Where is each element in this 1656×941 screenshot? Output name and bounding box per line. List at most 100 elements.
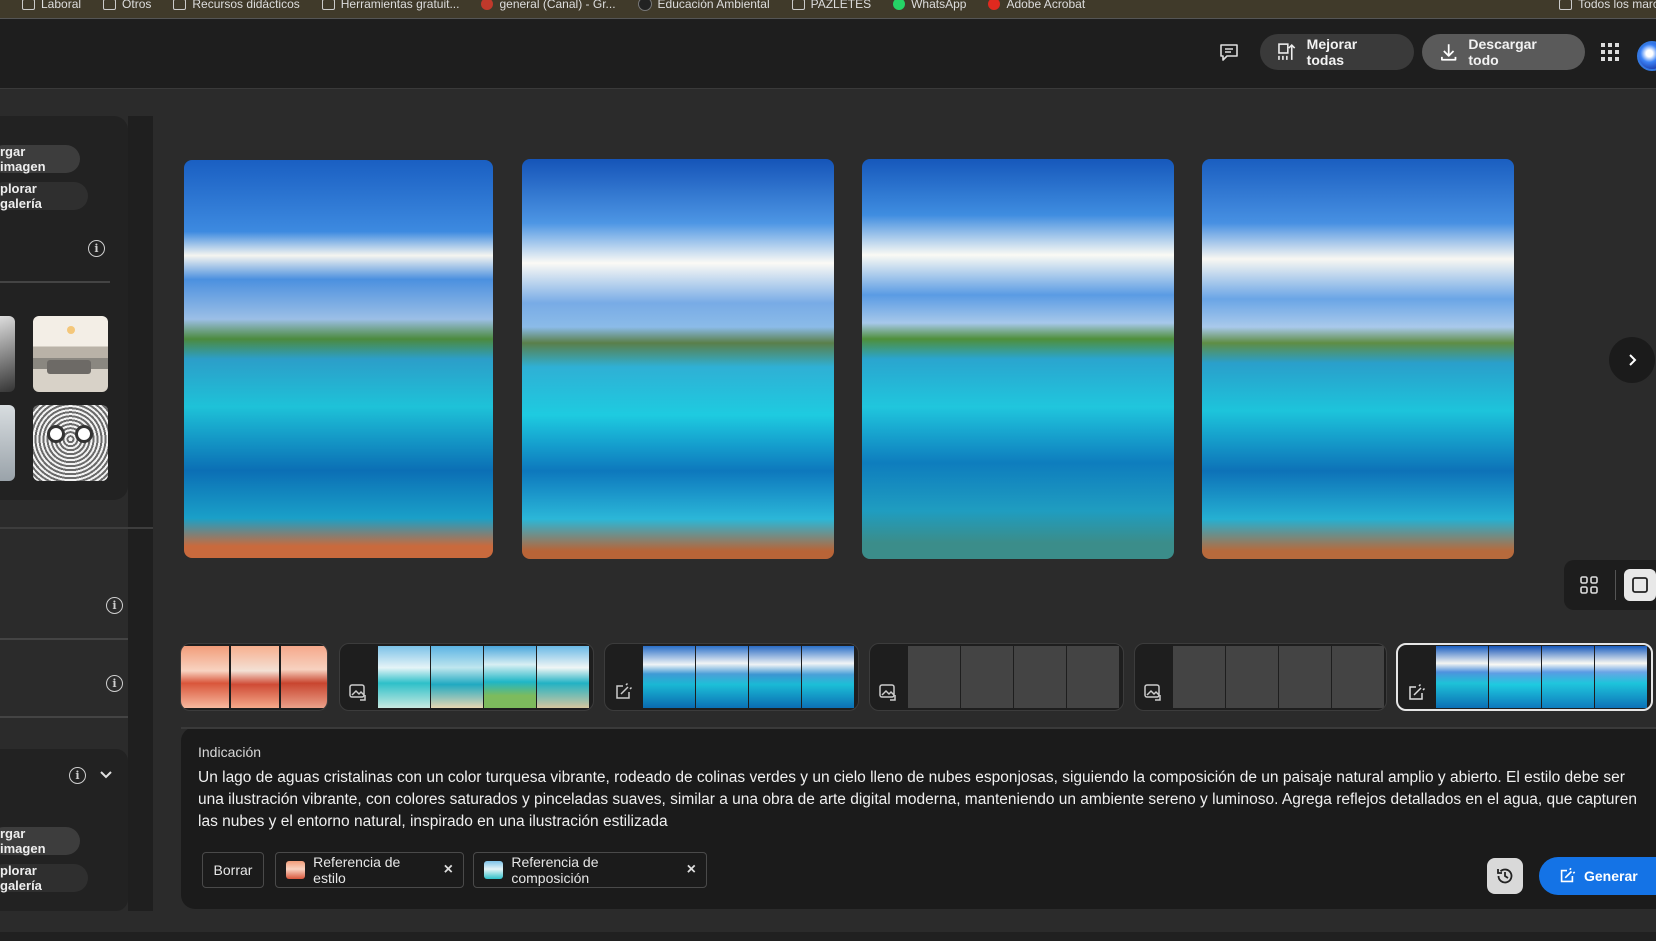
owl-eye-left (47, 425, 65, 443)
composition-reference-chip[interactable]: Referencia de composición × (473, 852, 707, 888)
left-panel-scroll-gutter (128, 116, 153, 911)
bookmark-herramientas[interactable]: Herramientas gratuit... (321, 0, 459, 11)
generation-group-active[interactable] (1396, 643, 1653, 711)
image-reference-icon (1144, 684, 1161, 701)
history-thumbnail[interactable] (696, 646, 748, 708)
whatsapp-icon (893, 0, 906, 10)
prompt-label: Indicación (198, 744, 262, 760)
enhance-all-button[interactable]: Mejorar todas (1260, 34, 1414, 70)
loading-placeholder (1226, 646, 1278, 708)
teams-icon (481, 0, 494, 10)
bookmark-acrobat[interactable]: Adobe Acrobat (988, 0, 1085, 11)
next-images-button[interactable] (1609, 337, 1655, 383)
history-thumbnail[interactable] (231, 646, 279, 708)
info-icon[interactable]: i (88, 240, 105, 257)
loading-placeholder (1014, 646, 1066, 708)
loading-placeholder (1067, 646, 1119, 708)
history-button[interactable] (1487, 858, 1523, 894)
folder-icon (173, 0, 187, 10)
style-reference-chip[interactable]: Referencia de estilo × (275, 852, 464, 888)
generate-icon (1409, 683, 1426, 700)
history-thumbnail[interactable] (802, 646, 854, 708)
divider (0, 638, 128, 640)
bookmark-laboral[interactable]: Laboral (22, 0, 81, 11)
bookmark-pazletes[interactable]: PAZLETES (791, 0, 871, 11)
acrobat-icon (988, 0, 1001, 10)
chevron-down-icon[interactable] (99, 767, 113, 781)
apps-grid-icon[interactable] (1601, 43, 1620, 62)
loading-placeholder (1332, 646, 1384, 708)
generation-group[interactable] (604, 643, 859, 711)
history-thumbnail[interactable] (1542, 646, 1594, 708)
prompt-textarea[interactable]: Un lago de aguas cristalinas con un colo… (198, 767, 1643, 833)
single-view-icon[interactable] (1624, 569, 1656, 601)
history-thumbnail[interactable] (378, 646, 430, 708)
history-thumbnail[interactable] (281, 646, 327, 708)
history-thumbnail[interactable] (1489, 646, 1541, 708)
generation-group-loading[interactable] (869, 643, 1124, 711)
divider (0, 527, 153, 529)
clear-button[interactable]: Borrar (202, 852, 264, 888)
folder-icon (1559, 0, 1573, 10)
history-thumbnail[interactable] (749, 646, 801, 708)
bookmark-recursos[interactable]: Recursos didácticos (173, 0, 300, 11)
generated-image-3[interactable] (862, 159, 1174, 559)
view-divider (1615, 570, 1616, 600)
reference-thumbnail-partial[interactable] (0, 316, 15, 392)
upload-image-button[interactable]: rgar imagen (0, 144, 80, 174)
bookmarks-bar: Laboral Otros Recursos didácticos Herram… (0, 0, 1656, 19)
sofa-shape (47, 360, 91, 374)
avatar[interactable] (1637, 41, 1656, 71)
bookmark-educacion[interactable]: Educación Ambiental (637, 0, 770, 11)
explore-gallery-button[interactable]: plorar galería (0, 181, 88, 211)
grid-view-icon[interactable] (1579, 575, 1599, 595)
reference-thumbnail-owl[interactable] (33, 405, 108, 481)
divider (0, 281, 110, 283)
history-thumbnail[interactable] (1436, 646, 1488, 708)
history-thumbnail[interactable] (1595, 646, 1647, 708)
bookmark-whatsapp[interactable]: WhatsApp (893, 0, 966, 11)
generation-group-loading[interactable] (1134, 643, 1387, 711)
reference-thumbnail-interior[interactable] (33, 316, 108, 392)
info-icon[interactable]: i (106, 675, 123, 692)
composition-reference-thumbnail (484, 861, 504, 879)
upload-image-button-2[interactable]: rgar imagen (0, 826, 80, 856)
history-icon (1497, 868, 1513, 884)
image-reference-icon (879, 684, 896, 701)
generated-image-1[interactable] (184, 160, 493, 558)
chevron-right-icon (1629, 354, 1637, 366)
app-header: Mejorar todas Descargar todo (0, 19, 1656, 89)
info-icon[interactable]: i (106, 597, 123, 614)
folder-icon (22, 0, 35, 10)
info-icon[interactable]: i (69, 767, 86, 784)
generate-icon (1560, 867, 1576, 883)
left-settings-panel: rgar imagen plorar galería i (0, 116, 128, 500)
reference-section: i rgar imagen plorar galería (0, 749, 128, 911)
generation-group[interactable] (339, 643, 594, 711)
generate-button[interactable]: Generar (1539, 857, 1656, 895)
bookmark-teams[interactable]: general (Canal) - Gr... (481, 0, 616, 11)
history-thumbnail[interactable] (181, 646, 229, 708)
owl-eye-right (75, 425, 93, 443)
history-thumbnail[interactable] (643, 646, 695, 708)
remove-composition-reference-icon[interactable]: × (687, 861, 696, 879)
bookmark-all[interactable]: Todos los marc (1559, 0, 1656, 11)
generation-group[interactable] (180, 643, 328, 711)
loading-placeholder (908, 646, 960, 708)
reference-thumbnail-partial-2[interactable] (0, 405, 15, 481)
history-thumbnail[interactable] (484, 646, 536, 708)
bookmark-otros[interactable]: Otros (103, 0, 151, 11)
generate-icon (616, 682, 633, 699)
generated-image-4[interactable] (1202, 159, 1514, 559)
folder-icon (321, 0, 335, 10)
remove-style-reference-icon[interactable]: × (444, 861, 453, 879)
style-reference-thumbnail (286, 861, 306, 879)
feedback-icon[interactable] (1218, 41, 1240, 63)
history-thumbnail[interactable] (431, 646, 483, 708)
explore-gallery-button-2[interactable]: plorar galería (0, 863, 88, 893)
history-thumbnail[interactable] (537, 646, 589, 708)
site-icon (637, 0, 652, 11)
generated-image-2[interactable] (522, 159, 834, 559)
download-all-button[interactable]: Descargar todo (1422, 34, 1585, 70)
loading-placeholder (1173, 646, 1225, 708)
